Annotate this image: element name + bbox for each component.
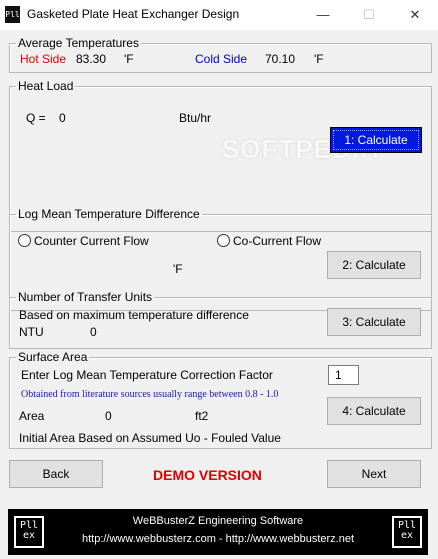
app-logo-icon: Pll — [5, 6, 20, 23]
maximize-icon: ☐ — [363, 7, 375, 22]
initial-area-note: Initial Area Based on Assumed Uo - Foule… — [19, 431, 281, 445]
correction-factor-range-note: Obtained from literature sources usually… — [21, 389, 279, 400]
calculate-lmtd-button[interactable]: 2: Calculate — [327, 251, 421, 279]
calculate-area-button[interactable]: 4: Calculate — [327, 397, 421, 425]
counter-current-radio[interactable] — [18, 234, 31, 247]
hot-side-unit: 'F — [124, 52, 134, 66]
average-temperatures-legend: Average Temperatures — [18, 36, 139, 50]
heat-load-unit: Btu/hr — [179, 111, 212, 125]
heat-load-legend: Heat Load — [18, 79, 74, 93]
next-button[interactable]: Next — [327, 460, 421, 488]
close-icon[interactable]: ✕ — [392, 0, 438, 30]
co-current-label[interactable]: Co-Current Flow — [233, 234, 321, 248]
cold-side-label: Cold Side — [195, 52, 248, 66]
hot-side-label: Hot Side — [20, 52, 67, 66]
title-bar[interactable]: Pll Gasketed Plate Heat Exchanger Design… — [0, 0, 438, 30]
ntu-legend: Number of Transfer Units — [18, 290, 153, 304]
demo-version-label: DEMO VERSION — [153, 467, 262, 483]
area-label: Area — [19, 409, 45, 423]
minimize-icon[interactable]: — — [300, 0, 346, 30]
ntu-note: Based on maximum temperature difference — [19, 308, 249, 322]
footer-urls[interactable]: http://www.webbusterz.com - http://www.w… — [8, 533, 428, 545]
footer-company-name: WeBBusterZ Engineering Software — [132, 515, 304, 527]
main-form: Average Temperatures Hot Side 83.30 'F C… — [0, 30, 438, 559]
correction-factor-label: Enter Log Mean Temperature Correction Fa… — [21, 368, 273, 382]
counter-current-label[interactable]: Counter Current Flow — [34, 234, 149, 248]
window-title: Gasketed Plate Heat Exchanger Design — [27, 7, 240, 21]
lmtd-legend: Log Mean Temperature Difference — [18, 207, 200, 221]
correction-factor-input[interactable]: 1 — [328, 365, 359, 385]
cold-side-value: 70.10 — [265, 52, 296, 66]
area-unit: ft2 — [195, 409, 209, 423]
calculate-heat-load-button[interactable]: 1: Calculate — [330, 127, 422, 153]
ntu-label: NTU — [19, 325, 44, 339]
hot-side-value: 83.30 — [76, 52, 107, 66]
q-label: Q = — [26, 111, 46, 125]
q-value: 0 — [59, 111, 66, 125]
area-value: 0 — [105, 409, 112, 423]
footer-banner: Pll ex Pll ex WeBBusterZ Engineering Sof… — [8, 509, 428, 555]
back-button[interactable]: Back — [9, 460, 103, 488]
co-current-radio[interactable] — [217, 234, 230, 247]
cold-side-unit: 'F — [314, 52, 324, 66]
lmtd-unit: 'F — [173, 262, 183, 276]
calculate-ntu-button[interactable]: 3: Calculate — [327, 308, 421, 336]
surface-area-legend: Surface Area — [18, 350, 88, 364]
ntu-value: 0 — [90, 325, 97, 339]
